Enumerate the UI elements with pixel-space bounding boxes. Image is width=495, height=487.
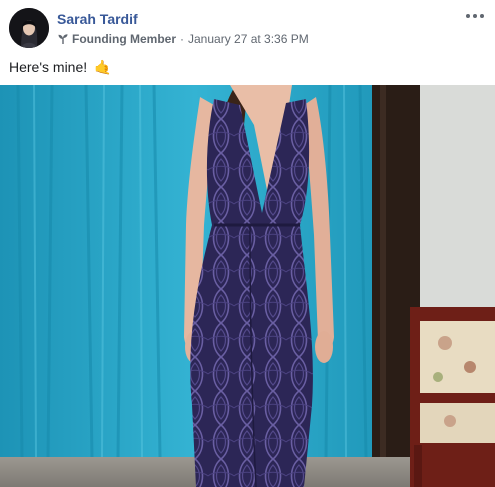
post-meta: Founding Member · January 27 at 3:36 PM bbox=[57, 31, 309, 47]
call-me-hand-emoji: 🤙 bbox=[94, 59, 112, 75]
chair bbox=[410, 307, 495, 487]
sprout-icon bbox=[58, 34, 68, 44]
meta-separator: · bbox=[180, 32, 184, 46]
more-dot bbox=[480, 14, 484, 18]
more-options-button[interactable] bbox=[464, 8, 486, 24]
photo-image bbox=[0, 85, 495, 487]
avatar-image bbox=[9, 8, 49, 48]
founding-member-badge[interactable]: Founding Member bbox=[72, 32, 176, 46]
more-dot bbox=[473, 14, 477, 18]
post-header: Sarah Tardif Founding Member · January 2… bbox=[0, 0, 495, 52]
avatar[interactable] bbox=[9, 8, 49, 48]
post-message: Here's mine! bbox=[9, 59, 88, 75]
author-name-link[interactable]: Sarah Tardif bbox=[57, 11, 138, 27]
post-photo[interactable] bbox=[0, 85, 495, 487]
more-dot bbox=[466, 14, 470, 18]
post-text: Here's mine! 🤙 bbox=[9, 59, 111, 76]
post-timestamp[interactable]: January 27 at 3:36 PM bbox=[188, 32, 309, 46]
